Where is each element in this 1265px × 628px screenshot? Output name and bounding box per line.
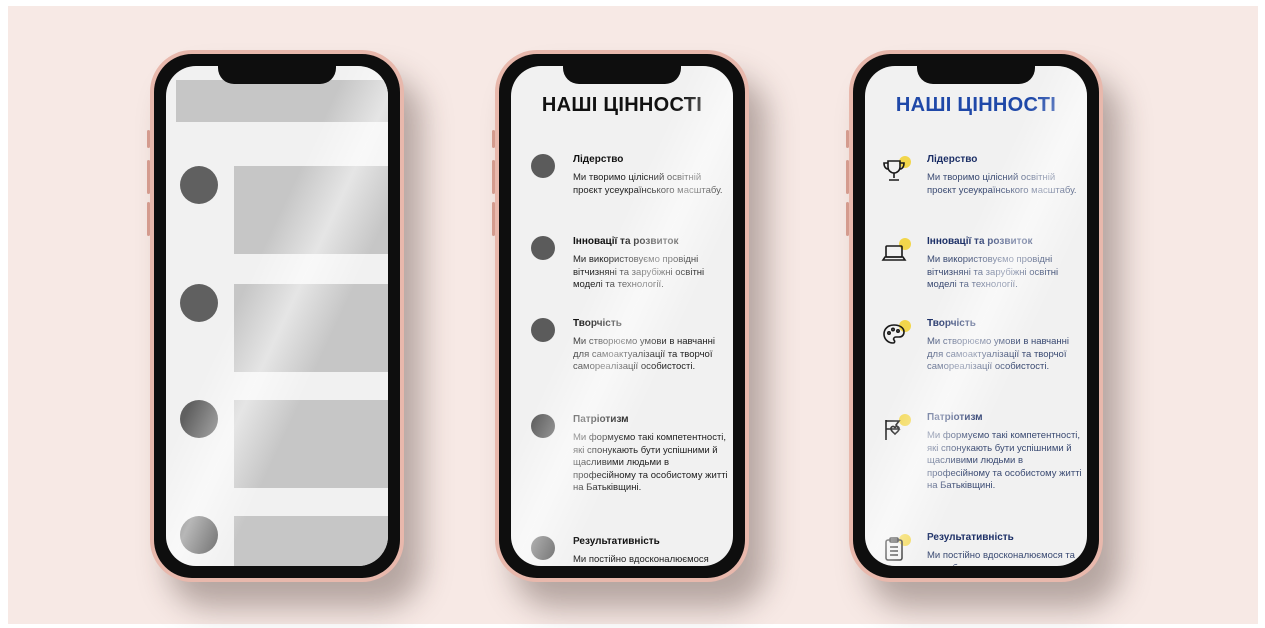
phone-wireframe [147, 50, 404, 582]
page-title: НАШІ ЦІННОСТІ [895, 94, 1057, 116]
value-description: Ми використовуємо провідні вітчизняні та… [927, 254, 1059, 290]
value-title: Інновації та розвиток [927, 236, 1033, 247]
final-screen: НАШІ ЦІННОСТІ Лідерство Ми творимо ціліс… [865, 66, 1087, 566]
grayscale-screen: НАШІ ЦІННОСТІ Лідерство Ми творимо ціліс… [511, 66, 733, 566]
phone-notch [917, 54, 1035, 84]
value-title: Творчість [573, 318, 622, 329]
wireframe-circle [180, 284, 218, 322]
bullet-circle [531, 414, 555, 438]
wireframe-box [234, 400, 388, 488]
page-title: НАШІ ЦІННОСТІ [541, 94, 703, 116]
value-title: Патріотизм [927, 412, 983, 423]
bullet-circle [531, 318, 555, 342]
phone-notch [218, 54, 336, 84]
clipboard-icon [879, 532, 913, 566]
trophy-icon [879, 154, 913, 188]
wireframe-row [180, 284, 388, 372]
value-description: Ми формуємо такі компетентності, які спо… [927, 430, 1082, 491]
wireframe-box [234, 284, 388, 372]
value-description: Ми постійно вдосконалюємося та розробляє… [927, 550, 1075, 566]
wireframe-circle [180, 516, 218, 554]
wireframe-row [180, 166, 388, 254]
laptop-icon [879, 236, 913, 270]
value-description: Ми формуємо такі компетентності, які спо… [573, 432, 728, 493]
phone-final: НАШІ ЦІННОСТІ Лідерство Ми творимо ціліс… [846, 50, 1103, 582]
value-title: Лідерство [573, 154, 624, 165]
value-title: Результативність [927, 532, 1014, 543]
value-title: Лідерство [927, 154, 978, 165]
wireframe-circle [180, 166, 218, 204]
value-description: Ми постійно вдосконалюємося [573, 554, 709, 565]
phone-grayscale: НАШІ ЦІННОСТІ Лідерство Ми творимо ціліс… [492, 50, 749, 582]
bullet-circle [531, 236, 555, 260]
value-description: Ми творимо цілісний освітній проєкт усеу… [927, 172, 1077, 196]
wireframe-row [180, 516, 388, 566]
bullet-circle [531, 154, 555, 178]
wireframe-header-block [176, 80, 388, 122]
value-description: Ми створюємо умови в навчанні для самоак… [927, 336, 1070, 372]
wireframe-row [180, 400, 388, 488]
bullet-circle [531, 536, 555, 560]
phone-notch [563, 54, 681, 84]
flag-heart-icon [879, 412, 913, 446]
value-title: Інновації та розвиток [573, 236, 679, 247]
palette-icon [879, 318, 913, 352]
value-title: Патріотизм [573, 414, 629, 425]
value-description: Ми творимо цілісний освітній проєкт усеу… [573, 172, 723, 196]
mockup-background: НАШІ ЦІННОСТІ Лідерство Ми творимо ціліс… [8, 6, 1258, 624]
value-title: Творчість [927, 318, 976, 329]
value-description: Ми використовуємо провідні вітчизняні та… [573, 254, 705, 290]
wireframe-box [234, 516, 388, 566]
value-description: Ми створюємо умови в навчанні для самоак… [573, 336, 716, 372]
wireframe-circle [180, 400, 218, 438]
wireframe-box [234, 166, 388, 254]
wireframe-screen [166, 66, 388, 566]
value-title: Результативність [573, 536, 660, 547]
